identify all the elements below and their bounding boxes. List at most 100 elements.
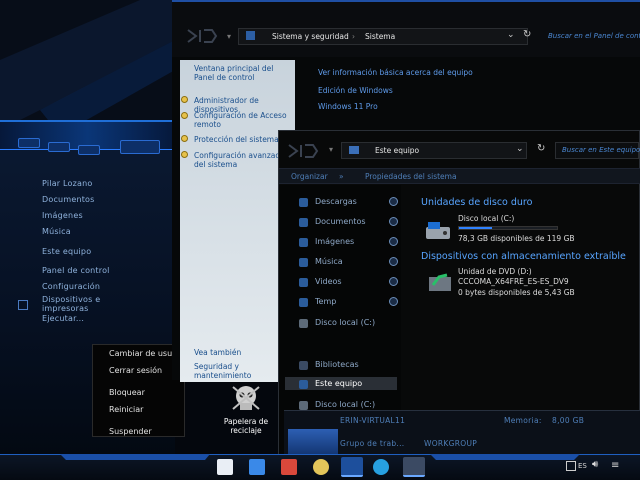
menu-restart[interactable]: Reiniciar xyxy=(109,405,143,414)
notifications-icon[interactable]: ≡ xyxy=(611,460,619,471)
documents-icon xyxy=(299,218,308,227)
desktop: Pilar Lozano Documentos Imágenes Música … xyxy=(0,0,640,480)
hard-drive-icon[interactable] xyxy=(424,219,452,241)
dropdown-icon[interactable]: ▾ xyxy=(329,145,333,154)
nav-this-pc[interactable]: Este equipo xyxy=(315,379,362,388)
explorer-location[interactable]: Este equipo xyxy=(375,146,419,155)
breadcrumb-separator: › xyxy=(352,32,355,41)
volume-icon[interactable]: 🔊︎ xyxy=(592,459,598,470)
nav-music[interactable]: Música xyxy=(315,257,343,266)
nav-images[interactable]: Imágenes xyxy=(315,237,354,246)
shield-icon xyxy=(181,135,188,142)
pin-icon[interactable] xyxy=(389,197,398,206)
local-disk-name[interactable]: Disco local (C:) xyxy=(458,214,514,223)
shield-icon xyxy=(181,96,188,103)
computer-name: ERIN-VIRTUAL11 xyxy=(340,416,406,425)
removable-heading: Dispositivos con almacenamiento extraíbl… xyxy=(421,251,626,262)
windows-edition-value: Windows 11 Pro xyxy=(318,102,378,111)
nav-local-disk[interactable]: Disco local (C:) xyxy=(315,318,375,327)
local-disk-usage-fill xyxy=(459,227,493,229)
computer-icon xyxy=(349,146,359,154)
control-panel-taskbar-icon[interactable] xyxy=(403,457,425,477)
drive-icon xyxy=(299,319,308,328)
edge-icon[interactable] xyxy=(373,459,389,475)
system-properties-button[interactable]: Propiedades del sistema xyxy=(365,172,457,181)
breadcrumb-security[interactable]: Sistema y seguridad xyxy=(272,32,349,41)
refresh-icon[interactable]: ↻ xyxy=(523,29,531,40)
start-button-icon[interactable] xyxy=(217,459,233,475)
menu-sign-out[interactable]: Cerrar sesión xyxy=(109,366,162,375)
start-item-devices[interactable]: Dispositivos e impresoras xyxy=(42,295,112,313)
workgroup-value: WORKGROUP xyxy=(424,439,478,448)
address-dropdown-icon[interactable]: ⌄ xyxy=(516,144,524,154)
pin-icon[interactable] xyxy=(389,277,398,286)
breadcrumb-system[interactable]: Sistema xyxy=(365,32,395,41)
file-explorer-icon[interactable] xyxy=(341,457,363,477)
workgroup-label: Grupo de trab... xyxy=(340,439,405,448)
folder-icon xyxy=(299,298,308,307)
memory-label: Memoria: xyxy=(504,416,542,425)
music-icon xyxy=(299,258,308,267)
windows-edition-label: Edición de Windows xyxy=(318,86,393,95)
start-item-documents[interactable]: Documentos xyxy=(42,195,95,204)
start-item-this-pc[interactable]: Este equipo xyxy=(42,247,91,256)
app-icon[interactable] xyxy=(313,459,329,475)
menu-sleep[interactable]: Suspender xyxy=(109,427,152,436)
remote-settings-link[interactable]: Configuración de Acceso remoto xyxy=(194,111,294,129)
system-search-input[interactable]: Buscar en el Panel de contr... xyxy=(548,32,640,40)
recycle-bin[interactable]: Papelera de reciclaje xyxy=(222,383,270,435)
explorer-address-bar[interactable] xyxy=(341,142,527,159)
explorer-search-input[interactable]: Buscar en Este equipo xyxy=(562,146,640,154)
decor-bolt xyxy=(120,140,160,154)
display-icon[interactable] xyxy=(566,461,576,471)
dvd-drive-icon[interactable] xyxy=(427,271,453,295)
dvd-drive-name[interactable]: Unidad de DVD (D:) xyxy=(458,267,532,276)
drive-icon xyxy=(299,401,308,410)
start-item-images[interactable]: Imágenes xyxy=(42,211,83,220)
nav-temp[interactable]: Temp xyxy=(315,297,336,306)
pin-icon[interactable] xyxy=(389,297,398,306)
tray-language[interactable]: ES xyxy=(578,462,587,470)
decor-bolt xyxy=(48,142,70,152)
computer-icon xyxy=(299,380,308,389)
start-item-run[interactable]: Ejecutar... xyxy=(42,314,84,323)
images-icon xyxy=(299,238,308,247)
nav-videos[interactable]: Videos xyxy=(315,277,342,286)
dvd-drive-label: CCCOMA_X64FRE_ES-ES_DV9 xyxy=(458,277,569,286)
shield-icon xyxy=(181,151,188,158)
address-dropdown-icon[interactable]: ⌄ xyxy=(507,30,515,40)
explorer-toolbar: Organizar » Propiedades del sistema xyxy=(279,168,640,184)
libraries-icon xyxy=(299,361,308,370)
recycle-bin-label: Papelera de reciclaje xyxy=(223,417,269,435)
decor-bolt xyxy=(78,145,100,155)
nav-local-disk-2[interactable]: Disco local (C:) xyxy=(315,400,375,409)
nav-documents[interactable]: Documentos xyxy=(315,217,366,226)
toolbar-chevron: » xyxy=(339,172,344,181)
organize-button[interactable]: Organizar xyxy=(291,172,328,181)
start-item-user[interactable]: Pilar Lozano xyxy=(42,179,93,188)
start-item-settings[interactable]: Configuración xyxy=(42,282,100,291)
start-item-music[interactable]: Música xyxy=(42,227,71,236)
refresh-icon[interactable]: ↻ xyxy=(537,143,545,154)
hard-drives-heading: Unidades de disco duro xyxy=(421,197,533,208)
see-also-heading: Vea también xyxy=(194,348,242,357)
menu-lock[interactable]: Bloquear xyxy=(109,388,145,397)
control-panel-home-link[interactable]: Ventana principal del Panel de control xyxy=(194,64,294,82)
system-heading: Ver información básica acerca del equipo xyxy=(318,68,473,77)
pin-icon[interactable] xyxy=(389,217,398,226)
decor-bolt xyxy=(18,138,40,148)
pin-icon[interactable] xyxy=(389,257,398,266)
mail-icon[interactable] xyxy=(249,459,265,475)
nav-libraries[interactable]: Bibliotecas xyxy=(315,360,359,369)
nav-downloads[interactable]: Descargas xyxy=(315,197,357,206)
recycle-bin-icon xyxy=(232,386,260,410)
downloads-icon xyxy=(299,198,308,207)
shield-icon xyxy=(181,112,188,119)
logo-icon xyxy=(187,29,218,43)
dropdown-icon[interactable]: ▾ xyxy=(227,32,231,41)
memory-value: 8,00 GB xyxy=(552,416,585,425)
start-item-control-panel[interactable]: Panel de control xyxy=(42,266,110,275)
logo-icon xyxy=(288,144,319,158)
paint-icon[interactable] xyxy=(281,459,297,475)
pin-icon[interactable] xyxy=(389,237,398,246)
